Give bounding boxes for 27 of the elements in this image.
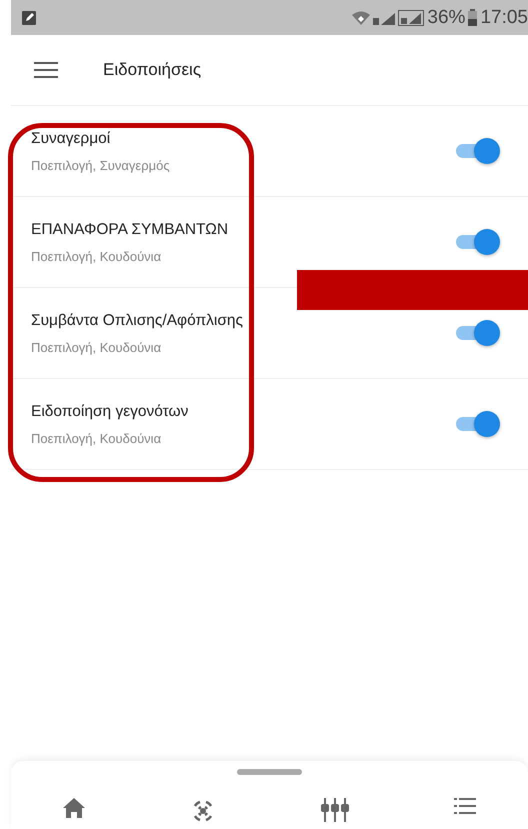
setting-subtitle: Ποεπιλογή, Κουδούνια bbox=[31, 340, 162, 354]
battery-icon bbox=[468, 9, 478, 26]
zones-button[interactable] bbox=[320, 798, 349, 824]
sliders-icon bbox=[320, 798, 349, 822]
edit-icon bbox=[22, 10, 36, 24]
clock-time: 17:05 bbox=[480, 6, 528, 28]
menu-button[interactable] bbox=[34, 62, 58, 78]
setting-title: Ειδοποίηση γεγονότων bbox=[31, 402, 190, 420]
page-title: Ειδοποιήσεις bbox=[103, 60, 202, 80]
setting-title: Συμβάντα Οπλισης/Αφόπλισης bbox=[31, 312, 244, 330]
signal-icon bbox=[373, 10, 396, 24]
wifi-icon bbox=[352, 10, 370, 24]
setting-subtitle: Ποεπιλογή, Συναγερμός bbox=[31, 158, 171, 172]
setting-subtitle: Ποεπιλογή, Κουδούνια bbox=[31, 248, 162, 264]
toggle-switch[interactable] bbox=[456, 138, 500, 164]
menu-icon bbox=[34, 62, 58, 78]
signal-icon bbox=[398, 10, 424, 26]
home-icon bbox=[63, 798, 86, 818]
toggle-switch[interactable] bbox=[456, 229, 500, 255]
setting-title: Συναγερμοί bbox=[31, 130, 112, 148]
setting-title: ΕΠΑΝΑΦΟΡΑ ΣΥΜΒΑΝΤΩΝ bbox=[31, 220, 230, 238]
drag-handle[interactable] bbox=[237, 769, 302, 775]
list-icon bbox=[454, 798, 476, 814]
toggle-switch[interactable] bbox=[456, 411, 500, 437]
battery-percent: 36% bbox=[427, 6, 466, 28]
toggle-switch[interactable] bbox=[456, 320, 500, 346]
setting-subtitle: Ποεπιλογή, Κουδούνια bbox=[31, 430, 162, 446]
